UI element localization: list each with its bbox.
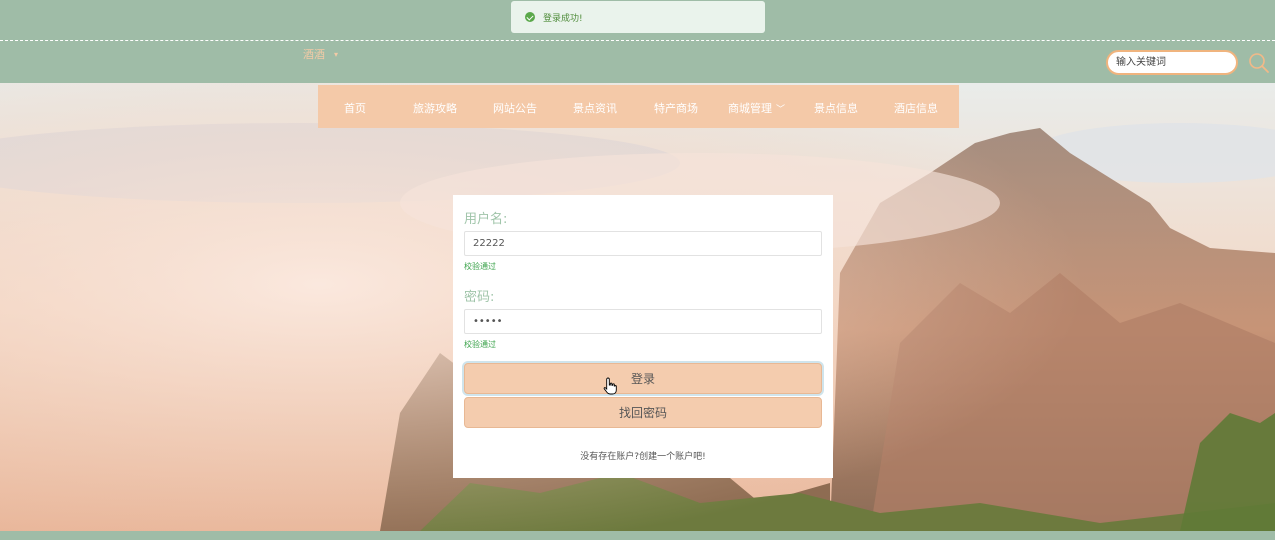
nav-item-specialty-mall[interactable]: 特产商场 [654, 100, 698, 116]
main-nav: 首页 旅游攻略 网站公告 景点资讯 特产商场 商城管理 ﹀ 景点信息 酒店信息 [318, 85, 959, 128]
nav-item-home[interactable]: 首页 [344, 100, 366, 116]
login-button[interactable]: 登录 [464, 363, 822, 394]
footer-strip [0, 531, 1275, 540]
nav-item-announcements[interactable]: 网站公告 [493, 100, 537, 116]
search-input[interactable] [1106, 50, 1238, 75]
success-toast: 登录成功! [511, 1, 765, 33]
nav-item-attraction-info[interactable]: 景点信息 [814, 100, 858, 116]
nav-item-mall-management[interactable]: 商城管理 ﹀ [728, 100, 785, 116]
nav-item-attraction-news[interactable]: 景点资讯 [573, 100, 617, 116]
register-link[interactable]: 没有存在账户?创建一个账户吧! [453, 449, 833, 462]
search-icon[interactable] [1248, 52, 1270, 74]
nav-item-hotel-info[interactable]: 酒店信息 [894, 100, 938, 116]
password-label: 密码: [464, 290, 495, 305]
forgot-password-button[interactable]: 找回密码 [464, 397, 822, 428]
nav-item-mall-management-label[interactable]: 商城管理 [728, 102, 772, 115]
nav-item-travel-guide[interactable]: 旅游攻略 [413, 100, 457, 116]
toast-message: 登录成功! [543, 13, 583, 24]
password-field[interactable] [464, 309, 822, 334]
username-field[interactable] [464, 231, 822, 256]
username-validation-status: 校验通过 [464, 262, 496, 271]
header-divider [0, 40, 1275, 41]
password-validation-status: 校验通过 [464, 340, 496, 349]
username-label: 用户名: [464, 212, 508, 227]
chevron-down-icon[interactable]: ﹀ [776, 105, 785, 115]
username-label[interactable]: 酒酒 [303, 46, 325, 62]
check-circle-icon [525, 12, 535, 22]
user-menu[interactable]: 酒酒 ▾ [303, 46, 338, 62]
login-card: 用户名: 校验通过 密码: 校验通过 登录 找回密码 没有存在账户?创建一个账户… [453, 195, 833, 478]
chevron-down-icon[interactable]: ▾ [334, 50, 338, 59]
